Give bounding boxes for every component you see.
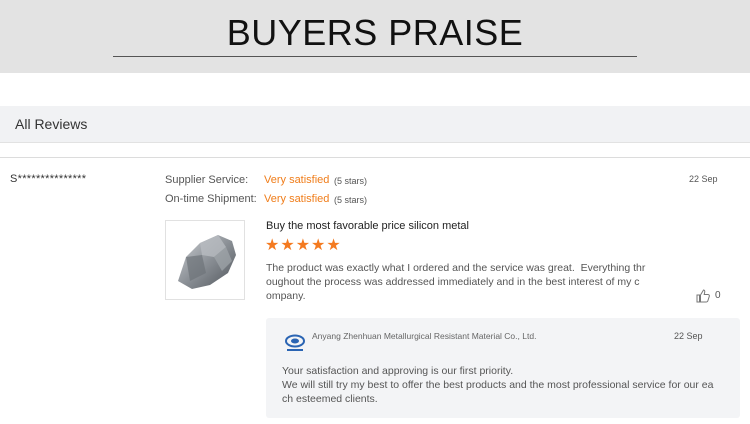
company-logo-icon [285,334,305,351]
reviewer-name: S*************** [10,173,87,185]
thumbs-up-icon [696,289,710,303]
rating-stars: ★★★★★ [265,237,342,255]
product-title[interactable]: Buy the most favorable price silicon met… [266,220,469,232]
like-button[interactable] [695,288,711,309]
star-icon: ★ [295,237,311,254]
star-icon: ★ [265,237,280,254]
review-text: The product was exactly what I ordered a… [266,262,646,302]
supplier-service-label: Supplier Service: [165,174,249,186]
divider [0,157,750,158]
supplier-reply: Anyang Zhenhuan Metallurgical Resistant … [266,318,740,418]
banner-title: BUYERS PRAISE [226,12,524,53]
star-icon: ★ [326,237,341,254]
reviews-header: All Reviews [0,106,750,143]
shipment-value: Very satisfied [264,193,330,205]
banner: BUYERS PRAISE [0,0,750,73]
reply-date: 22 Sep [674,331,703,341]
supplier-service-stars: (5 stars) [334,176,368,186]
product-thumbnail[interactable] [165,220,245,300]
like-count: 0 [715,290,721,301]
reply-text: Your satisfaction and approving is our f… [282,365,714,405]
reply-company-name: Anyang Zhenhuan Metallurgical Resistant … [312,331,537,341]
star-icon: ★ [311,237,326,254]
supplier-service-value: Very satisfied [264,174,330,186]
banner-underline [113,56,637,57]
star-icon: ★ [280,237,295,254]
shipment-stars: (5 stars) [334,195,368,205]
silicon-metal-rock-image [178,235,236,289]
reviews-title: All Reviews [15,116,88,132]
shipment-label: On-time Shipment: [165,193,257,205]
review-date: 22 Sep [689,174,718,184]
